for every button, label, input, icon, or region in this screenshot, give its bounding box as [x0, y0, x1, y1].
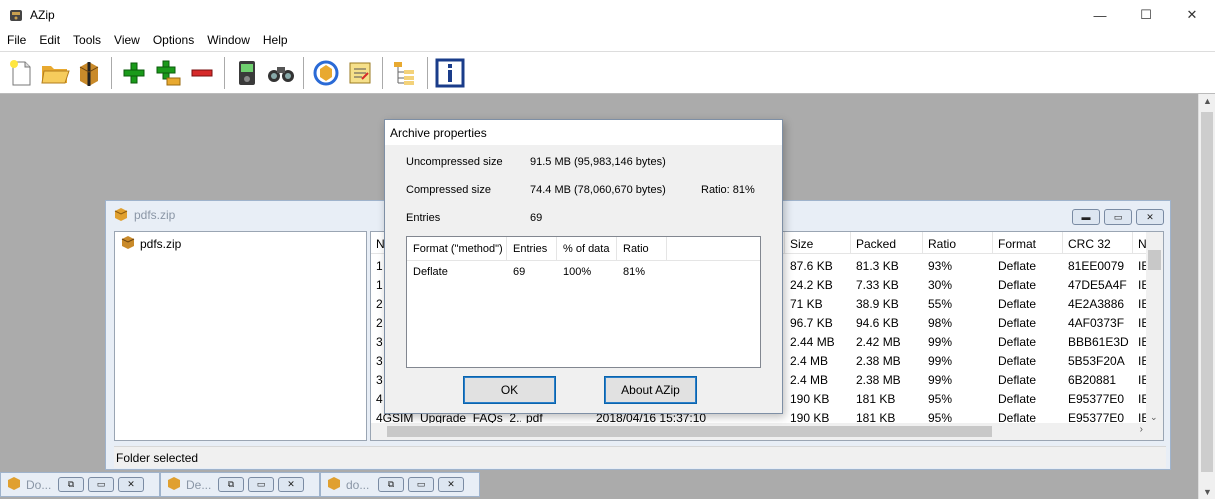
- test-icon[interactable]: [230, 56, 264, 90]
- column-header-pct[interactable]: % of data: [557, 237, 617, 260]
- folder-tree[interactable]: pdfs.zip: [114, 231, 367, 441]
- toolbar-separator: [111, 56, 112, 89]
- maximize-button[interactable]: ▭: [408, 477, 434, 492]
- window-title: AZip: [30, 8, 55, 22]
- minimized-window-title: do...: [346, 477, 370, 492]
- compressed-size-value: 74.4 MB (78,060,670 bytes): [530, 184, 666, 196]
- add-icon[interactable]: [117, 56, 151, 90]
- scroll-up-icon[interactable]: ▲: [1203, 96, 1212, 106]
- zip-icon: [114, 207, 128, 224]
- close-button[interactable]: ✕: [278, 477, 304, 492]
- close-button[interactable]: ✕: [1169, 0, 1215, 30]
- menu-window[interactable]: Window: [200, 33, 256, 47]
- column-header-size[interactable]: Size: [785, 232, 851, 253]
- zip-icon: [327, 476, 341, 493]
- column-header-ratio[interactable]: Ratio: [923, 232, 993, 253]
- maximize-button[interactable]: ☐: [1123, 0, 1169, 30]
- restore-button[interactable]: ⧉: [218, 477, 244, 492]
- minimized-window-title: De...: [186, 477, 212, 492]
- dialog-title: Archive properties: [390, 125, 487, 140]
- toolbar-separator: [303, 56, 304, 89]
- child-restore-button[interactable]: ▭: [1104, 209, 1132, 225]
- scroll-right-icon[interactable]: ›: [1140, 424, 1143, 435]
- tree-view-icon[interactable]: [388, 56, 422, 90]
- entries-label: Entries: [406, 212, 441, 224]
- zip-icon: [121, 235, 135, 252]
- column-header-crc[interactable]: CRC 32: [1063, 232, 1133, 253]
- scrollbar-thumb[interactable]: [1148, 250, 1161, 270]
- menu-bar: File Edit Tools View Options Window Help: [0, 30, 1215, 50]
- title-bar: AZip — ☐ ✕: [0, 0, 1215, 30]
- ok-button[interactable]: OK: [463, 376, 556, 404]
- tree-item-root[interactable]: pdfs.zip: [115, 232, 366, 255]
- toolbar: [0, 51, 1215, 94]
- maximize-button[interactable]: ▭: [248, 477, 274, 492]
- menu-file[interactable]: File: [0, 33, 32, 47]
- minimized-window[interactable]: De... ⧉ ▭ ✕: [160, 472, 320, 497]
- menu-options[interactable]: Options: [146, 33, 200, 47]
- new-archive-icon[interactable]: [4, 56, 38, 90]
- uncompressed-size-value: 91.5 MB (95,983,146 bytes): [530, 156, 666, 168]
- extract-icon[interactable]: [72, 56, 106, 90]
- zip-icon: [167, 476, 181, 493]
- toolbar-separator: [382, 56, 383, 89]
- archive-properties-dialog: Archive properties Uncompressed size 91.…: [384, 119, 783, 414]
- list-horizontal-scrollbar[interactable]: ›: [371, 423, 1163, 440]
- restore-button[interactable]: ⧉: [378, 477, 404, 492]
- column-header-entries[interactable]: Entries: [507, 237, 557, 260]
- properties-icon[interactable]: [433, 56, 467, 90]
- toolbar-separator: [427, 56, 428, 89]
- menu-view[interactable]: View: [107, 33, 146, 47]
- toolbar-separator: [224, 56, 225, 89]
- ratio-value: Ratio: 81%: [701, 184, 755, 196]
- close-button[interactable]: ✕: [438, 477, 464, 492]
- add-folder-icon[interactable]: [151, 56, 185, 90]
- entries-value: 69: [530, 212, 543, 224]
- column-header-ratio[interactable]: Ratio: [617, 237, 667, 260]
- format-table-header: Format ("method") Entries % of data Rati…: [407, 237, 760, 261]
- menu-edit[interactable]: Edit: [32, 33, 66, 47]
- zip-icon: [7, 476, 21, 493]
- list-vertical-scrollbar[interactable]: ⌄: [1146, 232, 1163, 425]
- scroll-down-icon[interactable]: ▼: [1203, 487, 1212, 497]
- menu-help[interactable]: Help: [256, 33, 294, 47]
- delete-icon[interactable]: [185, 56, 219, 90]
- scroll-down-icon[interactable]: ⌄: [1150, 412, 1158, 423]
- table-row[interactable]: Deflate 69 100% 81%: [407, 261, 760, 283]
- recompress-icon[interactable]: [309, 56, 343, 90]
- minimized-window[interactable]: Do... ⧉ ▭ ✕: [0, 472, 160, 497]
- column-header-extra[interactable]: N: [1133, 232, 1147, 253]
- minimize-button[interactable]: —: [1077, 0, 1123, 30]
- about-azip-button[interactable]: About AZip: [604, 376, 697, 404]
- azip-app-icon: [8, 7, 24, 23]
- minimized-window[interactable]: do... ⧉ ▭ ✕: [320, 472, 480, 497]
- child-close-button[interactable]: ✕: [1136, 209, 1164, 225]
- close-button[interactable]: ✕: [118, 477, 144, 492]
- menu-tools[interactable]: Tools: [66, 33, 107, 47]
- find-icon[interactable]: [264, 56, 298, 90]
- open-archive-icon[interactable]: [38, 56, 72, 90]
- tree-item-label: pdfs.zip: [140, 236, 182, 251]
- format-table[interactable]: Format ("method") Entries % of data Rati…: [406, 236, 761, 368]
- workspace-vertical-scrollbar[interactable]: ▲ ▼: [1198, 94, 1215, 499]
- child-title: pdfs.zip: [134, 208, 176, 222]
- scrollbar-thumb[interactable]: [1201, 112, 1213, 472]
- status-bar: Folder selected: [114, 446, 1166, 468]
- restore-button[interactable]: ⧉: [58, 477, 84, 492]
- update-icon[interactable]: [343, 56, 377, 90]
- compressed-size-label: Compressed size: [406, 184, 491, 196]
- status-text: Folder selected: [116, 450, 199, 465]
- column-header-format[interactable]: Format: [993, 232, 1063, 253]
- column-header-packed[interactable]: Packed: [851, 232, 923, 253]
- uncompressed-size-label: Uncompressed size: [406, 156, 503, 168]
- dialog-title-bar: Archive properties: [385, 120, 782, 145]
- child-minimize-button[interactable]: ▬: [1072, 209, 1100, 225]
- maximize-button[interactable]: ▭: [88, 477, 114, 492]
- column-header-format[interactable]: Format ("method"): [407, 237, 507, 260]
- scrollbar-thumb[interactable]: [387, 426, 992, 437]
- minimized-window-title: Do...: [26, 477, 52, 492]
